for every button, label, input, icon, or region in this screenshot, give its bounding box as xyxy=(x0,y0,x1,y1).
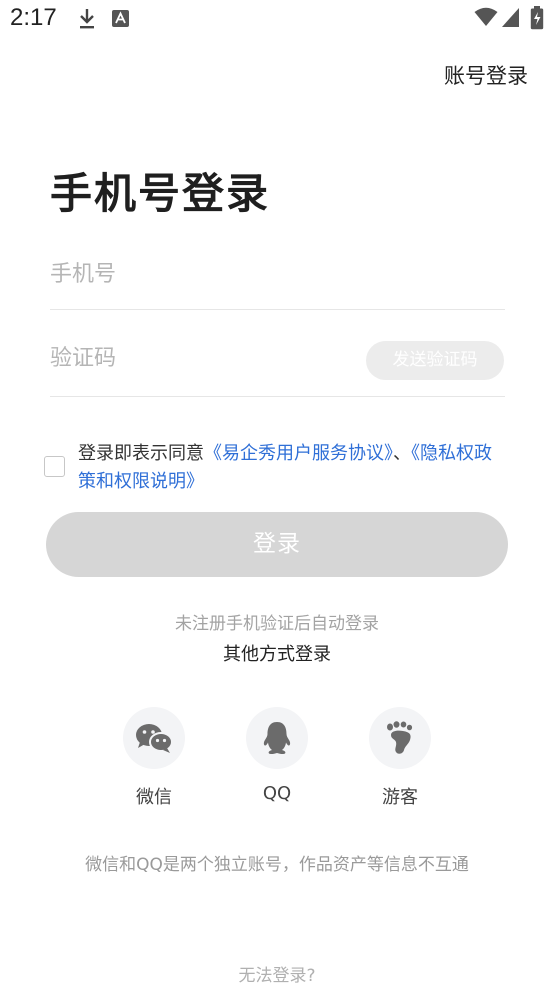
other-login-title: 其他方式登录 xyxy=(223,644,331,665)
phone-input[interactable] xyxy=(50,262,350,287)
wifi-icon xyxy=(474,7,498,31)
status-time: 2:17 xyxy=(10,4,57,31)
wechat-label: 微信 xyxy=(136,787,172,808)
status-bar: 2:17 xyxy=(0,0,554,38)
guest-icon-circle xyxy=(369,707,431,769)
signal-icon xyxy=(502,8,519,31)
user-agreement-link[interactable]: 《易企秀用户服务协议》 xyxy=(204,443,393,464)
wechat-icon xyxy=(136,724,173,753)
page-title: 手机号登录 xyxy=(50,169,271,218)
auto-register-hint: 未注册手机验证后自动登录 xyxy=(175,614,379,634)
send-code-button[interactable]: 发送验证码 xyxy=(366,341,504,380)
account-login-link[interactable]: 账号登录 xyxy=(444,60,528,90)
battery-icon xyxy=(530,6,544,34)
cannot-login-link[interactable]: 无法登录? xyxy=(0,961,554,986)
agreement-checkbox[interactable] xyxy=(44,456,65,477)
wechat-icon-circle xyxy=(123,707,185,769)
code-divider xyxy=(50,396,505,397)
guest-label: 游客 xyxy=(382,787,418,808)
qq-login-button[interactable]: QQ xyxy=(232,707,322,804)
phone-divider xyxy=(50,309,505,310)
wechat-login-button[interactable]: 微信 xyxy=(109,707,199,809)
qq-icon-circle xyxy=(246,707,308,769)
account-independence-note: 微信和QQ是两个独立账号，作品资产等信息不互通 xyxy=(85,855,469,875)
app-notification-icon xyxy=(112,10,129,31)
code-input[interactable] xyxy=(50,346,350,371)
qq-icon xyxy=(263,722,291,755)
guest-login-button[interactable]: 游客 xyxy=(355,707,445,809)
agreement-separator: 、 xyxy=(393,443,411,464)
phone-field xyxy=(50,262,505,287)
agreement-prefix: 登录即表示同意 xyxy=(78,443,204,464)
download-icon xyxy=(78,8,96,34)
qq-label: QQ xyxy=(262,783,292,804)
footprint-icon xyxy=(387,721,413,754)
login-button[interactable]: 登录 xyxy=(46,512,508,577)
agreement-text: 登录即表示同意《易企秀用户服务协议》、《隐私权政策和权限说明》 xyxy=(78,440,508,496)
